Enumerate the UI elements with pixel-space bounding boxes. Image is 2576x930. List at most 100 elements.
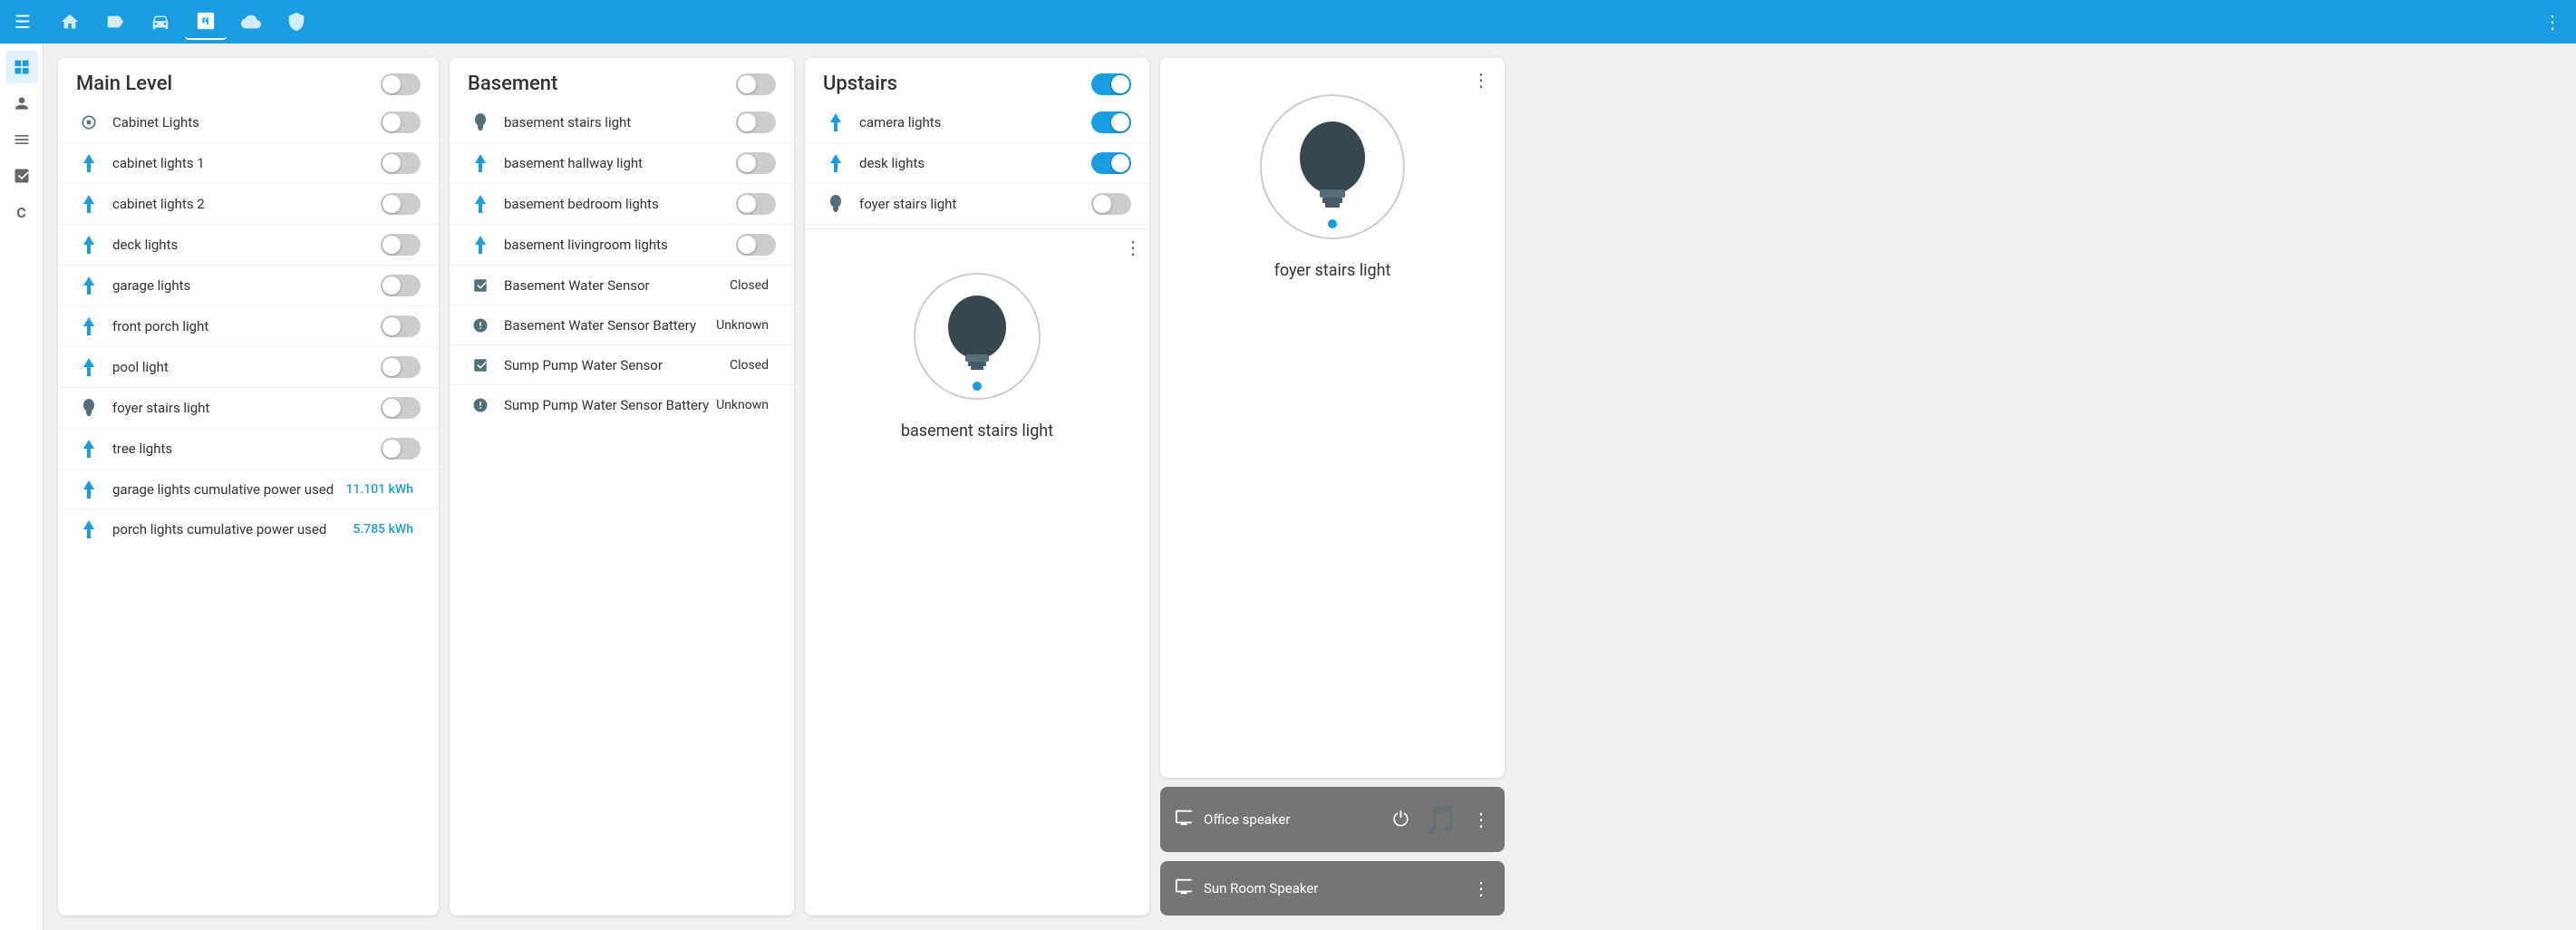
deck-lights-toggle[interactable]	[381, 234, 421, 256]
basement-header: Basement	[450, 58, 794, 102]
device-row: cabinet lights 1	[58, 143, 439, 184]
right-section: ⋮ foyer stairs light	[1160, 58, 1505, 915]
foyer-bulb-circle	[1260, 94, 1405, 239]
pool-light-name: pool light	[112, 359, 381, 375]
nav-cloud[interactable]	[230, 5, 272, 39]
sidebar-icon-grid[interactable]	[5, 51, 38, 83]
office-speaker-music-icon: 🎵	[1423, 802, 1459, 837]
office-speaker-card: Office speaker ⏻ 🎵 ⋮	[1160, 787, 1505, 852]
device-row: Cabinet Lights	[58, 102, 439, 143]
tree-lights-toggle[interactable]	[381, 438, 421, 460]
upstairs-header: Upstairs	[805, 58, 1149, 102]
menu-icon[interactable]: ☰	[7, 4, 38, 40]
bsmt-stairs-toggle[interactable]	[736, 111, 776, 133]
device-row: Sump Pump Water Sensor Closed	[450, 345, 794, 385]
office-speaker-more-icon[interactable]: ⋮	[1472, 809, 1490, 830]
foyer-more-icon[interactable]: ⋮	[1472, 69, 1490, 91]
office-speaker-name: Office speaker	[1204, 811, 1384, 828]
bsmt-bedroom-icon	[468, 195, 493, 213]
porch-power-icon	[76, 520, 102, 538]
desk-lights-icon	[823, 154, 848, 172]
pool-light-toggle[interactable]	[381, 356, 421, 378]
sidebar-icon-list[interactable]	[5, 123, 38, 156]
tree-lights-name: tree lights	[112, 441, 381, 457]
sun-room-speaker-more-icon[interactable]: ⋮	[1472, 877, 1490, 899]
cabinet-lights-toggle[interactable]	[381, 111, 421, 133]
device-row: camera lights	[805, 102, 1149, 143]
bsmt-water-value: Closed	[730, 278, 769, 293]
bsmt-living-icon	[468, 236, 493, 254]
basement-detail-name: basement stairs light	[901, 421, 1053, 441]
nav-car[interactable]	[140, 5, 181, 39]
bsmt-bedroom-toggle[interactable]	[736, 193, 776, 215]
bsmt-hallway-toggle[interactable]	[736, 152, 776, 174]
device-row: basement bedroom lights	[450, 184, 794, 225]
tree-lights-icon	[76, 440, 102, 458]
bsmt-water-bat-value: Unknown	[716, 318, 769, 333]
bsmt-hallway-icon	[468, 154, 493, 172]
device-row: basement livingroom lights	[450, 225, 794, 266]
device-row: deck lights	[58, 225, 439, 266]
foyer-light-name: foyer stairs light	[1274, 261, 1391, 280]
cabinet-lights-1-name: cabinet lights 1	[112, 155, 381, 171]
front-porch-name: front porch light	[112, 318, 381, 334]
sump-pump-bat-value: Unknown	[716, 398, 769, 412]
bsmt-water-bat-name: Basement Water Sensor Battery	[504, 317, 716, 334]
foyer-up-toggle[interactable]	[1091, 193, 1131, 215]
garage-power-value: 11.101 kWh	[345, 482, 413, 497]
basement-bulb-circle	[914, 273, 1041, 400]
front-porch-toggle[interactable]	[381, 315, 421, 337]
foyer-up-icon	[823, 195, 848, 213]
device-row: foyer stairs light	[805, 184, 1149, 225]
sidebar-icon-person[interactable]	[5, 87, 38, 120]
foyer-up-name: foyer stairs light	[859, 196, 1091, 212]
basement-detail-more-icon[interactable]: ⋮	[1124, 237, 1142, 258]
sun-room-speaker-card: Sun Room Speaker ⋮	[1160, 861, 1505, 915]
sump-pump-name: Sump Pump Water Sensor	[504, 357, 730, 373]
office-speaker-power-icon[interactable]: ⏻	[1393, 809, 1409, 831]
nav-shield[interactable]	[276, 5, 317, 39]
garage-lights-toggle[interactable]	[381, 275, 421, 296]
cabinet-lights-icon	[76, 113, 102, 131]
pool-light-icon	[76, 358, 102, 376]
cabinet-lights-1-icon	[76, 154, 102, 172]
foyer-stairs-name: foyer stairs light	[112, 400, 381, 416]
sump-pump-bat-name: Sump Pump Water Sensor Battery	[504, 397, 716, 413]
cabinet-lights-2-name: cabinet lights 2	[112, 196, 381, 212]
device-row: foyer stairs light	[58, 388, 439, 429]
front-porch-icon	[76, 317, 102, 335]
sidebar-icon-c[interactable]: C	[5, 196, 38, 228]
bsmt-stairs-icon	[468, 113, 493, 131]
cabinet-lights-1-toggle[interactable]	[381, 152, 421, 174]
sidebar-icon-chart[interactable]	[5, 160, 38, 192]
camera-lights-icon	[823, 113, 848, 131]
desk-lights-toggle[interactable]	[1091, 152, 1131, 174]
cabinet-lights-2-toggle[interactable]	[381, 193, 421, 215]
top-more-icon[interactable]: ⋮	[2536, 4, 2569, 40]
bsmt-living-toggle[interactable]	[736, 234, 776, 256]
device-row: garage lights	[58, 266, 439, 306]
main-level-header: Main Level	[58, 58, 439, 102]
sump-pump-value: Closed	[730, 358, 769, 373]
office-speaker-screen-icon	[1175, 808, 1195, 832]
foyer-stairs-toggle[interactable]	[381, 397, 421, 419]
basement-card: Basement basement stairs light basement …	[450, 58, 794, 915]
cabinet-lights-2-icon	[76, 195, 102, 213]
main-level-toggle[interactable]	[381, 73, 421, 95]
upstairs-toggle[interactable]	[1091, 73, 1131, 95]
nav-home[interactable]	[49, 5, 91, 39]
deck-lights-icon	[76, 236, 102, 254]
nav-nfc[interactable]	[185, 4, 227, 40]
bsmt-bedroom-name: basement bedroom lights	[504, 196, 736, 212]
nav-tag[interactable]	[94, 5, 136, 39]
cabinet-lights-name: Cabinet Lights	[112, 114, 381, 131]
camera-lights-toggle[interactable]	[1091, 111, 1131, 133]
porch-power-name: porch lights cumulative power used	[112, 521, 353, 538]
main-level-card: Main Level Cabinet Lights cabinet lights…	[58, 58, 439, 915]
device-row: basement hallway light	[450, 143, 794, 184]
basement-toggle[interactable]	[736, 73, 776, 95]
device-row: cabinet lights 2	[58, 184, 439, 225]
garage-lights-icon	[76, 276, 102, 295]
bsmt-water-icon	[468, 277, 493, 294]
garage-power-icon	[76, 480, 102, 499]
